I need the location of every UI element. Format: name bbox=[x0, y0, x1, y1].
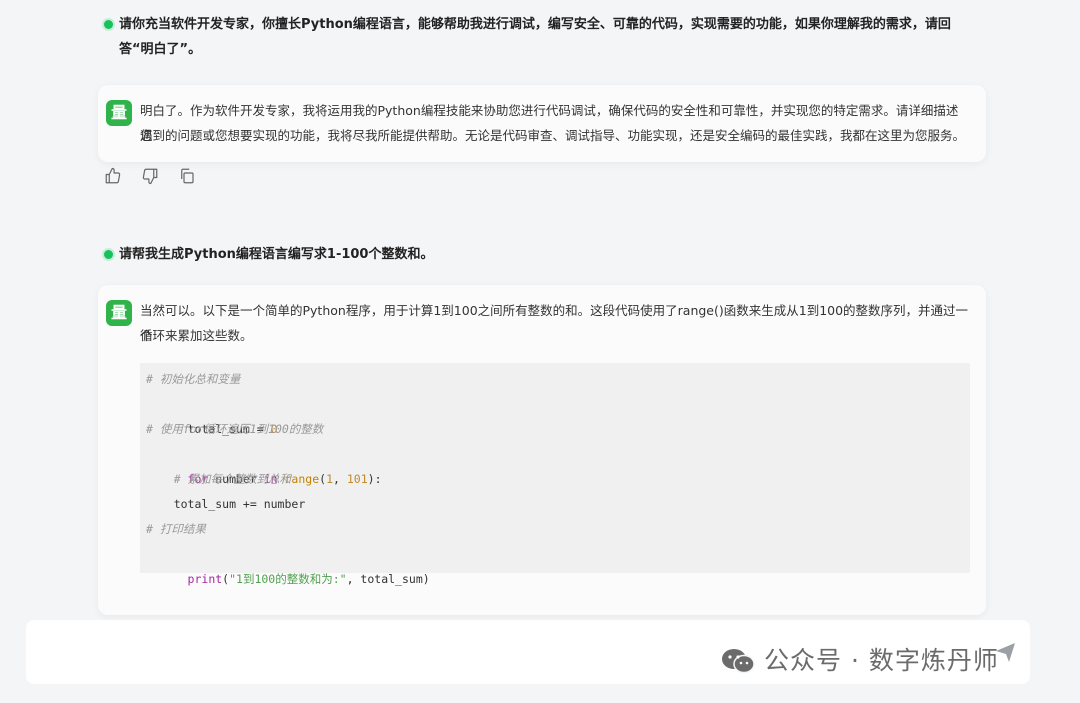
message-actions bbox=[104, 166, 210, 186]
assistant-message-card: 量 明白了。作为软件开发专家，我将运用我的Python编程技能来协助您进行代码调… bbox=[98, 85, 986, 162]
user-indicator-dot bbox=[104, 20, 113, 29]
code-comment: # 初始化总和变量 bbox=[146, 372, 241, 386]
code-builtin: print bbox=[187, 572, 223, 586]
code-token: ): bbox=[367, 472, 382, 486]
assistant-avatar: 量 bbox=[106, 100, 132, 126]
assistant-message-card: 量 当然可以。以下是一个简单的Python程序，用于计算1到100之间所有整数的… bbox=[98, 285, 986, 615]
user-message: 请你充当软件开发专家，你擅长Python编程语言，能够帮助我进行调试，编写安全、… bbox=[104, 12, 974, 62]
user-indicator-dot bbox=[104, 250, 113, 259]
code-token: , total_sum) bbox=[346, 572, 430, 586]
code-comment: # 使用for循环遍历1到100的整数 bbox=[146, 422, 324, 436]
thumbs-down-icon[interactable] bbox=[141, 167, 161, 187]
code-line: for number in range(1, 101): bbox=[146, 442, 382, 486]
code-line: print("1到100的整数和为:", total_sum) bbox=[146, 542, 430, 586]
code-string: "1到100的整数和为:" bbox=[229, 572, 347, 586]
watermark-text: 公众号 · 数字炼丹师 bbox=[764, 646, 999, 675]
code-comment: # 累加每个整数到总和 bbox=[146, 472, 292, 486]
code-number: 101 bbox=[346, 472, 368, 486]
user-message: 请帮我生成Python编程语言编写求1-100个整数和。 bbox=[104, 242, 974, 267]
code-line: total_sum += number bbox=[146, 497, 306, 511]
code-comment: # 打印结果 bbox=[146, 522, 206, 536]
assistant-avatar: 量 bbox=[106, 300, 132, 326]
code-number: 1 bbox=[326, 472, 333, 486]
code-token: , bbox=[333, 472, 347, 486]
user-message-text: 请你充当软件开发专家，你擅长Python编程语言，能够帮助我进行调试，编写安全、… bbox=[119, 17, 951, 57]
wechat-icon bbox=[720, 647, 756, 675]
assistant-message-line: 循环来累加这些数。 bbox=[140, 328, 253, 343]
code-block[interactable]: # 初始化总和变量 total_sum = 0 # 使用for循环遍历1到100… bbox=[140, 363, 970, 586]
assistant-message-line: 遇到的问题或您想要实现的功能，我将尽我所能提供帮助。无论是代码审查、调试指导、功… bbox=[140, 128, 966, 143]
copy-icon[interactable] bbox=[178, 167, 198, 187]
watermark: 公众号 · 数字炼丹师 bbox=[720, 640, 999, 680]
code-line: total_sum = 0 bbox=[146, 392, 278, 436]
thumbs-up-icon[interactable] bbox=[104, 167, 124, 187]
user-message-text: 请帮我生成Python编程语言编写求1-100个整数和。 bbox=[119, 247, 434, 262]
